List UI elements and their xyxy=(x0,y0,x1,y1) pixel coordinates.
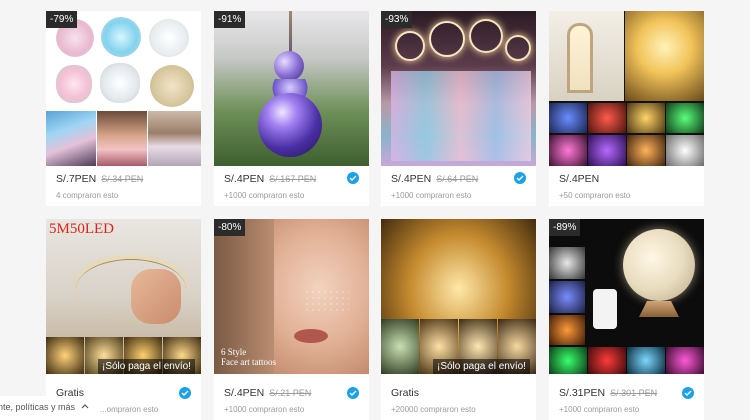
footer-link-text[interactable]: nte, políticas y más xyxy=(0,402,75,412)
old-price: S/.34 PEN xyxy=(101,174,144,184)
buyers-count: +50 compraron esto xyxy=(559,191,631,200)
product-card[interactable]: 6 Style Face art tattoos -80% S/.4PEN S/… xyxy=(214,219,369,420)
product-card[interactable]: ¡Sólo paga el envío! Gratis +20000 compr… xyxy=(381,219,536,420)
product-info: S/.4PEN S/.167 PEN +1000 compraron esto xyxy=(214,166,369,206)
product-image-5m50led-string-lights[interactable]: 5M50LED xyxy=(46,219,201,374)
discount-badge: -93% xyxy=(381,11,413,28)
product-card[interactable]: -79% S/.7PEN S/.34 PEN 4 compraron esto xyxy=(46,11,201,206)
product-image-3d-moon-lamp[interactable] xyxy=(549,219,704,374)
product-image-purple-crystal-suncatcher[interactable] xyxy=(214,11,369,166)
buyers-count: +1000 compraron esto xyxy=(224,405,305,414)
discount-badge: -91% xyxy=(214,11,246,28)
price: S/.4PEN xyxy=(559,173,600,185)
product-card[interactable]: S/.4PEN +50 compraron esto xyxy=(549,11,704,206)
price: S/.4PEN xyxy=(391,173,432,185)
buyers-count: +1000 compraron esto xyxy=(559,405,640,414)
shipping-only-badge: ¡Sólo paga el envío! xyxy=(433,359,530,374)
old-price: S/.167 PEN xyxy=(269,174,317,184)
discount-badge: -79% xyxy=(46,11,78,28)
product-info: S/.4PEN +50 compraron esto xyxy=(549,166,704,206)
discount-badge: -89% xyxy=(549,219,581,236)
price: S/.4PEN xyxy=(224,387,265,399)
price: S/.31PEN xyxy=(559,387,606,399)
buyers-count: +1000 compraron esto xyxy=(224,191,305,200)
old-price: S/.301 PEN xyxy=(610,388,658,398)
verified-check-icon xyxy=(179,387,191,399)
image-caption: 5M50LED xyxy=(49,221,114,237)
product-image-fairy-string-lights-colors[interactable] xyxy=(549,11,704,166)
product-info: S/.7PEN S/.34 PEN 4 compraron esto xyxy=(46,166,201,206)
product-card[interactable]: -91% S/.4PEN S/.167 PEN +1000 compraron … xyxy=(214,11,369,206)
image-caption: 6 Style Face art tattoos xyxy=(221,347,276,367)
discount-badge: -80% xyxy=(214,219,246,236)
chevron-up-icon xyxy=(81,404,88,409)
footer-legal-link[interactable]: nte, políticas y más xyxy=(0,396,100,420)
product-info: S/.31PEN S/.301 PEN +1000 compraron esto xyxy=(549,380,704,420)
old-price: S/.64 PEN xyxy=(436,174,479,184)
price: S/.4PEN xyxy=(224,173,265,185)
verified-check-icon xyxy=(347,387,359,399)
price: Gratis xyxy=(391,387,420,399)
buyers-count: +20000 compraron esto xyxy=(391,405,476,414)
verified-check-icon xyxy=(514,172,526,184)
old-price: S/.21 PEN xyxy=(269,388,312,398)
product-card[interactable]: -93% S/.4PEN S/.64 PEN +1000 compraron e… xyxy=(381,11,536,206)
product-image-face-art-tattoos[interactable]: 6 Style Face art tattoos xyxy=(214,219,369,374)
product-image-led-dreamcatchers[interactable] xyxy=(381,11,536,166)
buyers-count: +1000 compraron esto xyxy=(391,191,472,200)
product-info: Gratis +20000 compraron esto xyxy=(381,380,536,420)
product-image-copper-wire-lights[interactable] xyxy=(381,219,536,374)
verified-check-icon xyxy=(682,387,694,399)
product-image-glitter-makeup[interactable] xyxy=(46,11,201,166)
buyers-count: 4 compraron esto xyxy=(56,191,119,200)
shipping-only-badge: ¡Sólo paga el envío! xyxy=(98,359,195,374)
product-card[interactable]: -89% S/.31PEN S/.301 PEN +1000 compraron… xyxy=(549,219,704,420)
product-info: S/.4PEN S/.21 PEN +1000 compraron esto xyxy=(214,380,369,420)
product-info: S/.4PEN S/.64 PEN +1000 compraron esto xyxy=(381,166,536,206)
verified-check-icon xyxy=(347,172,359,184)
product-card[interactable]: 5M50LED ¡Sólo paga el envío! Gratis ...o… xyxy=(46,219,201,420)
price: S/.7PEN xyxy=(56,173,97,185)
